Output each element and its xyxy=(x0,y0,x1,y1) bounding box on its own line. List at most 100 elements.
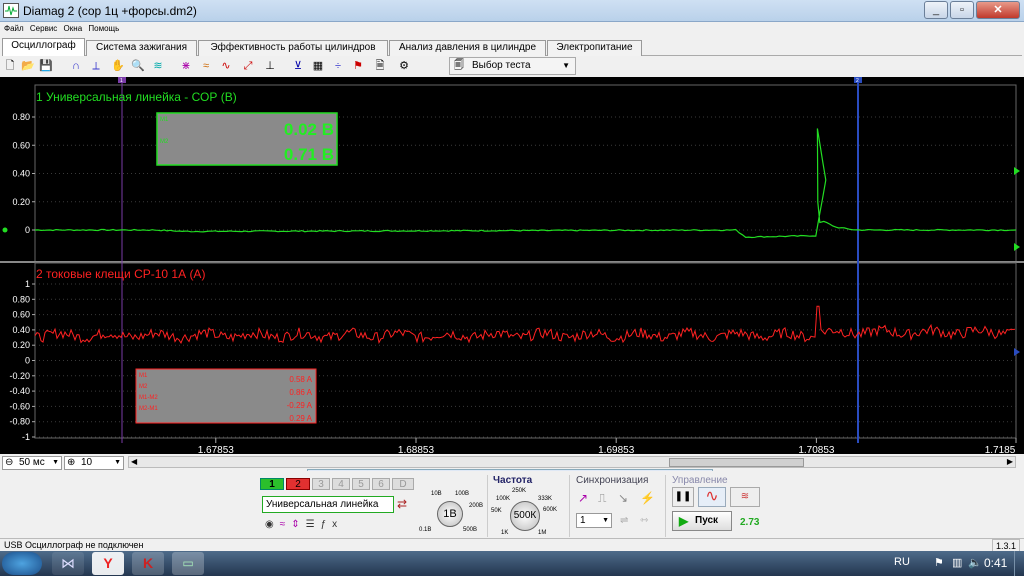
volt-tick-200: 200В xyxy=(469,503,484,509)
control-panel: 1 2 3 4 5 6 D Универсальная линейка ⇄ ◉≈… xyxy=(255,471,777,541)
sync-auto-icon[interactable]: ⚡ xyxy=(640,491,655,505)
channel-button-4[interactable]: 4 xyxy=(332,478,350,490)
ch2-y-tick-label: 0.60 xyxy=(12,310,30,320)
sync-level-icon[interactable]: ⇌ xyxy=(620,515,628,526)
channel-button-d[interactable]: D xyxy=(392,478,414,490)
save-icon[interactable]: 💾 xyxy=(38,58,54,74)
channel-tools: ◉≈⇕☰ƒx xyxy=(265,519,343,530)
zoom-icon[interactable]: 🔍 xyxy=(130,58,146,74)
test-select-icon: 🗐 xyxy=(454,60,464,71)
timebase-minus-icon[interactable]: ⊖ xyxy=(5,457,13,469)
filter-icon[interactable]: ⊻ xyxy=(290,58,306,74)
pause-button[interactable]: ❚❚ xyxy=(672,487,694,507)
freq-tick-100k: 100K xyxy=(496,496,511,502)
zero-offset-icon[interactable]: ⊥ xyxy=(262,58,278,74)
ch2-row3-value: -0.29 A xyxy=(287,401,313,410)
control-group: Управление ❚❚ ∿ ≋ ▶ Пуск 2.73 xyxy=(665,475,773,537)
eye-icon[interactable]: ◉ xyxy=(265,519,280,530)
channel-button-6[interactable]: 6 xyxy=(372,478,390,490)
scroll-left-icon[interactable]: ◀ xyxy=(131,457,137,466)
wave-icon[interactable]: ≈ xyxy=(198,58,214,74)
cursor-measure-icon[interactable]: ⟂ xyxy=(88,58,104,74)
channel1-zero-marker[interactable] xyxy=(2,227,8,233)
flag-icon[interactable]: ⚑ xyxy=(350,58,366,74)
menu-file[interactable]: Файл xyxy=(4,24,24,33)
channel-settings-icon[interactable]: ⇄ xyxy=(397,497,407,511)
channel-buttons: 1 2 3 4 5 6 D xyxy=(260,478,422,491)
media-player-icon[interactable]: ⋈ xyxy=(52,552,84,575)
tab-oscilloscope[interactable]: Осциллограф xyxy=(2,38,85,56)
timebase-select[interactable]: ⊖ 50 мс ▼ xyxy=(2,456,62,470)
start-button[interactable]: ▶ Пуск xyxy=(672,511,732,531)
zoom-select[interactable]: ⊕ 10 ▼ xyxy=(64,456,124,470)
channel-button-1[interactable]: 1 xyxy=(260,478,284,490)
flag-icon[interactable]: ⚑ xyxy=(934,556,944,569)
volume-icon[interactable]: 🔈 xyxy=(968,556,982,569)
minimize-button[interactable]: _ xyxy=(924,1,948,19)
sync-edge-icon[interactable]: ⎍ xyxy=(598,491,606,506)
ch2-y-tick-label: -0.40 xyxy=(9,386,30,396)
channel-button-2[interactable]: 2 xyxy=(286,478,310,490)
yandex-browser-icon[interactable]: Y xyxy=(92,552,124,575)
language-indicator[interactable]: RU xyxy=(894,556,910,568)
antivirus-icon[interactable]: K xyxy=(132,552,164,575)
table-icon[interactable]: ▦ xyxy=(310,58,326,74)
oscilloscope-plot[interactable]: 0.80 0.60 0.40 0.20 0 1 0.80 0.60 0.40 0.20 0 -0.2… xyxy=(0,77,1024,454)
sync-channel-select[interactable]: 1 ▼ xyxy=(576,513,612,528)
wave-overlay-icon[interactable]: ∿ xyxy=(218,58,234,74)
close-button[interactable]: ✕ xyxy=(976,1,1020,19)
horizontal-scrollbar[interactable]: ◀ ▶ xyxy=(128,456,1016,468)
tab-cylinder-efficiency[interactable]: Эффективность работы цилиндров xyxy=(198,40,388,56)
ch1-m1-value: 0.02 В xyxy=(284,120,334,139)
curve-icon[interactable]: ∩ xyxy=(68,58,84,74)
menu-windows[interactable]: Окна xyxy=(64,24,83,33)
split-h-icon[interactable]: ÷ xyxy=(330,58,346,74)
start-orb-icon[interactable] xyxy=(2,552,42,575)
wave-filter-icon[interactable]: ≈ xyxy=(280,519,292,530)
channel1-right-marker-2[interactable] xyxy=(1014,243,1020,251)
sync-rise-icon[interactable]: ↗ xyxy=(578,491,588,505)
menu-help[interactable]: Помощь xyxy=(88,24,119,33)
frequency-knob[interactable]: 500К xyxy=(510,501,540,531)
open-folder-icon[interactable]: 📂 xyxy=(20,58,36,74)
show-desktop-button[interactable] xyxy=(1014,551,1024,576)
network-icon[interactable]: ▥ xyxy=(952,556,962,569)
channel-button-3[interactable]: 3 xyxy=(312,478,330,490)
lines-icon[interactable]: ☰ xyxy=(306,519,321,530)
volts-knob[interactable]: 1В xyxy=(437,501,463,527)
ch1-m2-value: 0.71 В xyxy=(284,145,334,164)
stack-icon[interactable]: ≋ xyxy=(150,58,166,74)
tab-ignition[interactable]: Система зажигания xyxy=(86,40,197,56)
tab-power-supply[interactable]: Электропитание xyxy=(547,40,642,56)
channel1-right-marker[interactable] xyxy=(1014,167,1020,175)
single-wave-icon[interactable]: ∿ xyxy=(698,487,726,507)
continuous-wave-icon[interactable]: ≋ xyxy=(730,487,760,507)
function-icon[interactable]: ƒx xyxy=(321,519,344,530)
settings-icon[interactable]: ⚙ xyxy=(396,58,412,74)
scroll-right-icon[interactable]: ▶ xyxy=(1007,457,1013,466)
diamag-taskbar-icon[interactable]: ▭ xyxy=(172,552,204,575)
taskbar: ⋈ Y K ▭ xyxy=(0,551,1024,576)
frequency-group: Частота 250K 333K 100K 600K 50K 1K 1M 50… xyxy=(487,475,567,537)
menu-service[interactable]: Сервис xyxy=(30,24,57,33)
invert-icon[interactable]: ⇕ xyxy=(291,519,305,530)
test-select[interactable]: 🗐 Выбор теста ▼ xyxy=(449,57,576,75)
channel-button-5[interactable]: 5 xyxy=(352,478,370,490)
split-icon[interactable]: ⋇ xyxy=(178,58,194,74)
sync-hold-icon[interactable]: ⇿ xyxy=(640,515,648,526)
zoom-plus-icon[interactable]: ⊕ xyxy=(67,457,75,469)
new-file-icon[interactable]: 🗋 xyxy=(2,58,18,74)
channel-source-select[interactable]: Универсальная линейка xyxy=(262,496,394,513)
fullscreen-icon[interactable]: ⤢ xyxy=(240,58,256,74)
scroll-thumb[interactable] xyxy=(669,458,804,467)
start-label: Пуск xyxy=(695,515,719,526)
channel2-title: 2 токовые клещи СР-10 1А (А) xyxy=(36,267,205,281)
maximize-button[interactable]: ▫ xyxy=(950,1,974,19)
oscilloscope-svg[interactable]: 0.80 0.60 0.40 0.20 0 1 0.80 0.60 0.40 0.20 0 -0.2… xyxy=(0,77,1024,454)
hand-pan-icon[interactable]: ✋ xyxy=(110,58,126,74)
document-icon[interactable]: 🗎 xyxy=(372,58,388,74)
tab-cylinder-pressure[interactable]: Анализ давления в цилиндре xyxy=(389,40,546,56)
sync-fall-icon[interactable]: ↘ xyxy=(618,491,628,505)
channel2-right-marker[interactable] xyxy=(1014,348,1020,356)
sync-channel-value: 1 xyxy=(580,515,586,526)
